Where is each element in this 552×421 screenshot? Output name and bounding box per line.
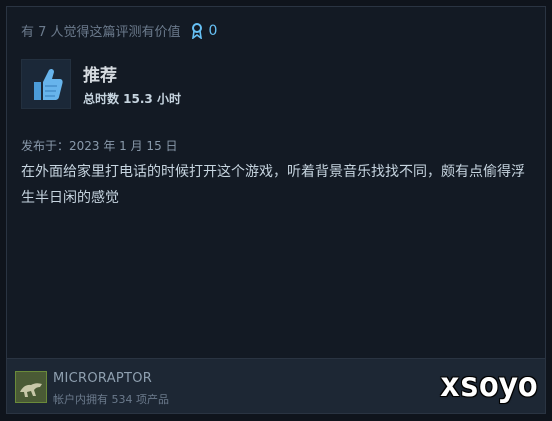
author-footer: MICRORAPTOR 帐户内拥有 534 项产品 xsoyo (7, 358, 545, 413)
owned-products[interactable]: 帐户内拥有 534 项产品 (53, 391, 169, 407)
watermark: xsoyo (439, 365, 538, 405)
award-ribbon-icon (191, 22, 203, 39)
author-name[interactable]: MICRORAPTOR (53, 371, 152, 386)
recommendation-block: 推荐 总时数 15.3 小时 (21, 59, 181, 109)
thumbs-up-icon[interactable] (21, 59, 71, 109)
helpful-row: 有 7 人觉得这篇评测有价值 0 (21, 21, 217, 40)
helpful-text: 有 7 人觉得这篇评测有价值 (21, 25, 181, 40)
playtime-hours: 总时数 15.3 小时 (83, 92, 181, 106)
review-body: 在外面给家里打电话的时候打开这个游戏，听着背景音乐找找不同，颇有点偷得浮生半日闲… (21, 164, 525, 206)
posted-date: 发布于：2023 年 1 月 15 日 (21, 139, 178, 153)
recommendation-label[interactable]: 推荐 (83, 61, 181, 86)
review-card: 有 7 人觉得这篇评测有价值 0 推荐 总时数 15.3 小时 发布于：2023… (6, 6, 546, 414)
award-count: 0 (208, 22, 218, 39)
avatar[interactable] (15, 371, 47, 403)
award-button[interactable]: 0 (191, 22, 218, 39)
